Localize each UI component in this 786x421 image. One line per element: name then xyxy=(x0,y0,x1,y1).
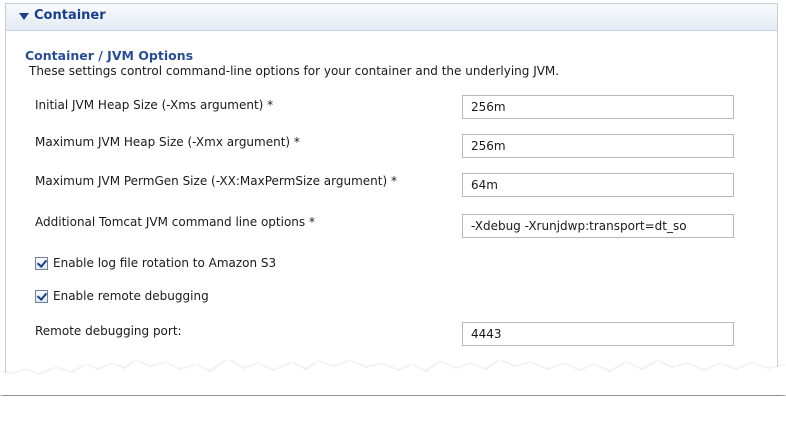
section-title: Container xyxy=(34,8,106,23)
subsection-description: These settings control command-line opti… xyxy=(29,64,560,78)
initial-heap-input[interactable]: 256m xyxy=(462,95,734,119)
container-section-panel: Container Container / JVM Options These … xyxy=(5,3,778,421)
checkmark-icon xyxy=(36,257,48,268)
log-rotation-checkbox[interactable] xyxy=(35,257,48,270)
debug-port-label: Remote debugging port: xyxy=(35,324,182,338)
subsection-title: Container / JVM Options xyxy=(25,48,194,63)
max-heap-input[interactable]: 256m xyxy=(462,134,734,158)
log-rotation-label[interactable]: Enable log file rotation to Amazon S3 xyxy=(53,256,276,270)
max-heap-label: Maximum JVM Heap Size (-Xmx argument) * xyxy=(35,135,300,149)
remote-debugging-checkbox[interactable] xyxy=(35,290,48,303)
remote-debugging-label[interactable]: Enable remote debugging xyxy=(53,289,209,303)
debug-port-input[interactable]: 4443 xyxy=(462,322,734,346)
log-rotation-checkbox-row[interactable]: Enable log file rotation to Amazon S3 xyxy=(35,256,355,272)
max-permgen-input[interactable]: 64m xyxy=(462,173,734,197)
tomcat-jvm-options-input[interactable]: -Xdebug -Xrunjdwp:transport=dt_so xyxy=(462,214,734,238)
section-header[interactable]: Container xyxy=(6,4,777,31)
checkmark-icon xyxy=(36,290,48,301)
torn-paper-edge xyxy=(0,360,786,421)
max-permgen-label: Maximum JVM PermGen Size (-XX:MaxPermSiz… xyxy=(35,174,397,188)
remote-debugging-checkbox-row[interactable]: Enable remote debugging xyxy=(35,289,255,305)
initial-heap-label: Initial JVM Heap Size (-Xms argument) * xyxy=(35,98,274,112)
expand-collapse-icon[interactable] xyxy=(19,13,29,20)
tomcat-jvm-options-label: Additional Tomcat JVM command line optio… xyxy=(35,215,315,229)
